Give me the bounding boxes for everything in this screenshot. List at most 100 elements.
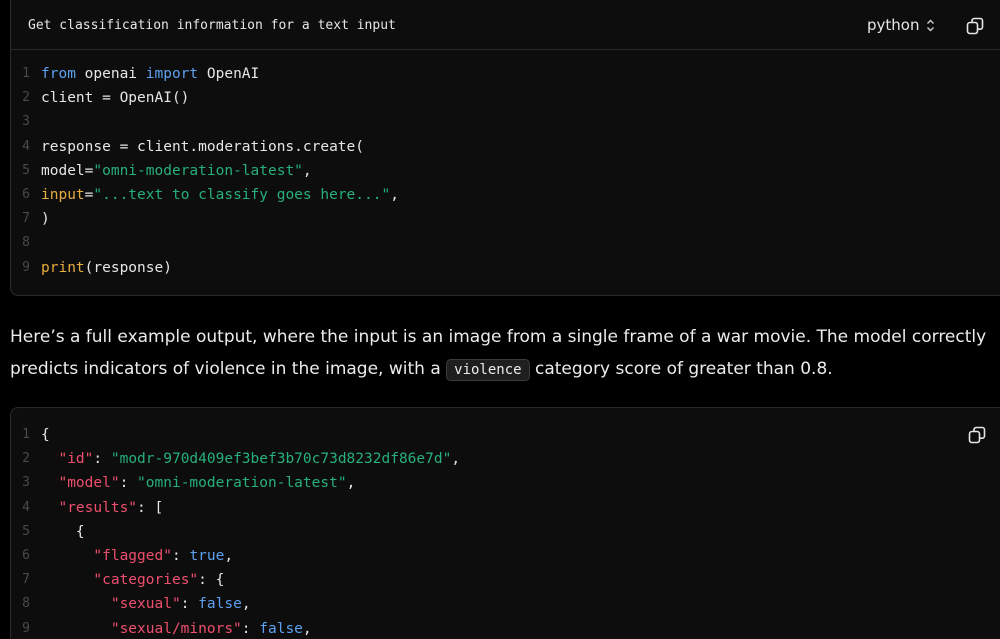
paragraph-text-2: category score of greater than 0.8. — [529, 359, 833, 379]
code-token: import — [145, 66, 199, 82]
line-code: response = client.moderations.create( — [41, 135, 364, 159]
code-token: "modr-970d409ef3bef3b70c73d8232df86e7d" — [110, 451, 452, 468]
code-line: 8 — [11, 231, 399, 255]
code-token: : — [180, 596, 199, 613]
line-code: "sexual/minors": false, — [41, 617, 312, 639]
code-token: : — [119, 475, 138, 492]
code-token: { — [41, 427, 50, 443]
code-token: from — [41, 66, 76, 82]
code-token: : — [241, 620, 260, 637]
copy-icon — [968, 426, 986, 444]
code-token: , — [302, 162, 312, 179]
line-number: 7 — [22, 572, 30, 588]
line-number: 2 — [22, 451, 30, 467]
line-number: 5 — [22, 162, 30, 178]
line-number: 9 — [22, 620, 30, 636]
code-token: false — [198, 596, 242, 613]
line-code: model="omni-moderation-latest", — [41, 159, 312, 183]
code-token: client = OpenAI() — [41, 90, 190, 107]
code-line: 8 "sexual": false, — [11, 592, 460, 616]
line-code: input="...text to classify goes here..."… — [41, 183, 399, 207]
code-token: , — [390, 186, 399, 203]
code-line: 1 from openai import OpenAI — [11, 62, 399, 86]
code-line: 6 "flagged": true, — [11, 544, 460, 568]
inline-code-violence: violence — [446, 359, 530, 381]
code-token: "omni-moderation-latest" — [137, 475, 347, 492]
explanation-paragraph: Here’s a full example output, where the … — [10, 321, 995, 386]
copy-button[interactable] — [965, 16, 985, 36]
code-line: 9 "sexual/minors": false, — [11, 617, 460, 639]
code-token: openai — [75, 66, 146, 82]
line-number: 8 — [22, 596, 30, 612]
code-token: , — [451, 451, 461, 468]
code-token: "sexual/minors" — [110, 620, 242, 637]
code-line: 2 "id": "modr-970d409ef3bef3b70c73d8232d… — [11, 447, 460, 471]
line-code: "model": "omni-moderation-latest", — [41, 471, 355, 495]
code-content: 1 from openai import OpenAI 2 client = Open… — [11, 62, 399, 280]
code-line: 9 print(response) — [11, 256, 399, 280]
code-token: OpenAI — [198, 66, 260, 82]
code-line: 2 client = OpenAI() — [11, 86, 399, 110]
code-token: : — [93, 451, 111, 468]
line-code: ) — [41, 207, 50, 231]
code-token: input — [41, 186, 85, 203]
copy-button-output[interactable] — [967, 425, 987, 445]
code-token: false — [259, 620, 303, 637]
code-token: , — [346, 475, 356, 492]
line-number: 4 — [22, 138, 30, 154]
code-token: ) — [41, 211, 50, 228]
line-code: "id": "modr-970d409ef3bef3b70c73d8232df8… — [41, 447, 460, 471]
line-code: print(response) — [41, 256, 172, 280]
line-number: 2 — [22, 90, 30, 106]
line-number: 1 — [22, 427, 30, 442]
code-token: "omni-moderation-latest" — [93, 162, 303, 179]
python-code-block: Get classification information for a tex… — [10, 0, 1000, 296]
code-token: "sexual" — [110, 596, 181, 613]
code-line: 6 input="...text to classify goes here...… — [11, 183, 399, 207]
line-number: 9 — [22, 259, 30, 275]
docs-page: Get classification information for a tex… — [0, 0, 1000, 639]
line-number: 6 — [22, 547, 30, 563]
code-token: "categories" — [93, 572, 199, 589]
code-token: , — [224, 547, 234, 564]
code-line: 7) — [11, 207, 399, 231]
code-token: print — [41, 259, 85, 276]
language-label: python — [867, 16, 920, 34]
code-token: "id" — [58, 451, 94, 468]
line-number: 8 — [22, 235, 30, 251]
code-line: 5 { — [11, 520, 460, 544]
code-token: "model" — [58, 475, 120, 492]
code-token: { — [41, 523, 85, 540]
code-line: 1{ — [11, 423, 460, 447]
line-number: 7 — [22, 211, 30, 227]
line-code: { — [41, 423, 50, 447]
code-token: (response) — [84, 259, 172, 276]
line-code: "sexual": false, — [41, 592, 251, 616]
line-number: 1 — [22, 66, 30, 81]
json-output-block: 1{2 "id": "modr-970d409ef3bef3b70c73d823… — [10, 407, 1000, 639]
code-token: : [ — [137, 499, 164, 516]
line-code: client = OpenAI() — [41, 86, 189, 110]
code-token: "...text to classify goes here..." — [93, 186, 391, 203]
copy-icon — [966, 17, 984, 35]
line-number: 5 — [22, 523, 30, 539]
line-code: from openai import OpenAI — [41, 62, 259, 86]
code-block-header: Get classification information for a tex… — [11, 0, 1000, 50]
code-line: 4 "results": [ — [11, 496, 460, 520]
json-content: 1{2 "id": "modr-970d409ef3bef3b70c73d823… — [11, 423, 460, 639]
code-token: "flagged" — [93, 547, 172, 564]
language-selector[interactable]: python — [867, 16, 935, 34]
code-token: response = client.moderations.create( — [41, 138, 365, 155]
code-line: 3 — [11, 110, 399, 134]
line-code: "categories": { — [41, 568, 224, 592]
line-number: 3 — [22, 475, 30, 491]
code-token: model= — [41, 162, 94, 179]
line-code: { — [41, 520, 85, 544]
code-token: : { — [198, 572, 225, 589]
code-token: : — [171, 547, 190, 564]
